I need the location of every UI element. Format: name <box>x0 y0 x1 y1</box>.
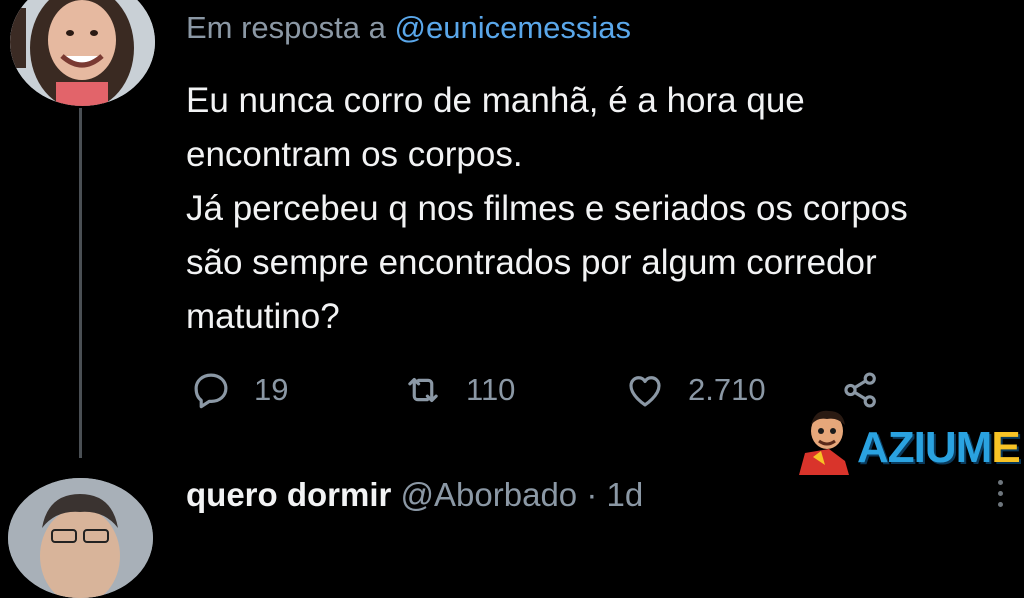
reply-prefix: Em resposta a <box>186 10 386 45</box>
tweet-text: Eu nunca corro de manhã, é a hora que en… <box>186 74 1022 344</box>
watermark-logo: AZIUME <box>793 405 1024 475</box>
retweet-button[interactable]: 110 <box>402 368 515 412</box>
watermark-highlight: E <box>991 423 1020 472</box>
tweet-line: encontram os corpos. <box>186 135 523 174</box>
thread-line <box>79 108 82 458</box>
tweet-line: são sempre encontrados por algum corredo… <box>186 243 877 282</box>
retweet-icon <box>408 377 438 403</box>
reply-count: 19 <box>254 372 289 407</box>
mascot-icon <box>799 410 849 475</box>
tweet-author: quero dormir @Aborbado · 1d <box>186 476 643 514</box>
mention-link[interactable]: @eunicemessias <box>395 10 632 45</box>
avatar[interactable] <box>8 478 153 598</box>
tweet-line: Eu nunca corro de manhã, é a hora que <box>186 81 805 120</box>
more-icon[interactable] <box>996 480 1004 513</box>
avatar[interactable] <box>10 0 155 106</box>
user-handle[interactable]: @Aborbado <box>401 476 578 513</box>
like-icon <box>629 376 661 407</box>
timestamp[interactable]: 1d <box>607 476 644 513</box>
tweet-line: matutino? <box>186 297 340 336</box>
separator: · <box>586 476 598 513</box>
reply-button[interactable]: 19 <box>190 368 288 412</box>
tweet-line: Já percebeu q nos filmes e seriados os c… <box>186 189 908 228</box>
reply-icon <box>194 373 228 409</box>
like-count: 2.710 <box>688 372 766 407</box>
retweet-count: 110 <box>466 372 516 407</box>
display-name[interactable]: quero dormir <box>186 476 391 513</box>
like-button[interactable]: 2.710 <box>624 368 766 412</box>
watermark-text: AZIUME <box>857 423 1021 473</box>
reply-context: Em resposta a @eunicemessias <box>186 10 631 46</box>
watermark-main: AZIUM <box>857 423 992 472</box>
